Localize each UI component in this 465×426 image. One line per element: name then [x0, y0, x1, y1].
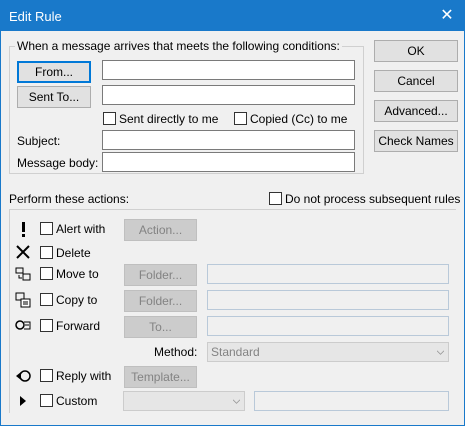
copy-to-icon	[15, 292, 31, 308]
close-icon[interactable]: ✕	[430, 1, 464, 31]
actions-legend: Perform these actions:	[9, 192, 130, 206]
move-to-icon	[15, 267, 31, 281]
reply-with-checkbox[interactable]	[40, 369, 53, 382]
forward-icon	[15, 320, 31, 330]
method-select[interactable]: Standard	[207, 342, 449, 362]
subject-field[interactable]	[102, 130, 355, 150]
sent-directly-label: Sent directly to me	[119, 112, 219, 126]
play-arrow-icon	[20, 396, 26, 406]
forward-to-field[interactable]	[207, 316, 449, 336]
message-body-field[interactable]	[102, 152, 355, 172]
message-body-label: Message body:	[17, 156, 99, 170]
custom-select[interactable]	[123, 391, 245, 411]
action-button[interactable]: Action...	[124, 219, 197, 241]
from-button[interactable]: From...	[17, 61, 91, 83]
window-title: Edit Rule	[9, 9, 62, 24]
copied-cc-checkbox[interactable]	[234, 112, 247, 125]
copied-cc-label: Copied (Cc) to me	[250, 112, 348, 126]
do-not-process-label: Do not process subsequent rules	[285, 192, 461, 206]
copy-to-folder-field[interactable]	[207, 290, 449, 310]
method-value: Standard	[211, 345, 260, 359]
template-button[interactable]: Template...	[124, 366, 197, 388]
move-to-checkbox[interactable]	[40, 267, 53, 280]
delete-checkbox[interactable]	[40, 246, 53, 259]
forward-checkbox[interactable]	[40, 319, 53, 332]
move-to-label: Move to	[56, 267, 99, 281]
alert-with-checkbox[interactable]	[40, 222, 53, 235]
alert-with-label: Alert with	[56, 222, 106, 236]
cancel-button[interactable]: Cancel	[374, 70, 458, 92]
chevron-down-icon	[233, 399, 240, 404]
copy-to-label: Copy to	[56, 293, 98, 307]
delete-x-icon	[16, 245, 30, 259]
from-field[interactable]	[102, 60, 355, 80]
delete-label: Delete	[56, 246, 91, 260]
copy-to-checkbox[interactable]	[40, 293, 53, 306]
custom-field[interactable]	[254, 391, 449, 411]
ok-button[interactable]: OK	[374, 40, 458, 62]
reply-with-label: Reply with	[56, 369, 112, 383]
title-bar: Edit Rule ✕	[1, 1, 464, 31]
do-not-process-checkbox[interactable]	[269, 192, 282, 205]
move-folder-button[interactable]: Folder...	[124, 264, 197, 286]
custom-checkbox[interactable]	[40, 394, 53, 407]
sent-to-button[interactable]: Sent To...	[17, 86, 91, 108]
reply-icon	[16, 370, 31, 382]
exclamation-icon	[22, 222, 25, 237]
sent-to-field[interactable]	[102, 85, 355, 105]
move-to-folder-field[interactable]	[207, 264, 449, 284]
conditions-legend: When a message arrives that meets the fo…	[15, 39, 342, 53]
forward-label: Forward	[56, 319, 101, 333]
actions-separator	[9, 209, 456, 210]
edit-rule-dialog: Edit Rule ✕ When a message arrives that …	[0, 0, 465, 426]
copy-folder-button[interactable]: Folder...	[124, 290, 197, 312]
forward-to-button[interactable]: To...	[124, 316, 197, 338]
advanced-button[interactable]: Advanced...	[374, 100, 458, 122]
method-label: Method:	[154, 345, 198, 359]
actions-separator-left	[9, 209, 10, 413]
check-names-button[interactable]: Check Names	[374, 130, 458, 152]
chevron-down-icon	[437, 350, 444, 355]
custom-label: Custom	[56, 394, 98, 408]
subject-label: Subject:	[17, 134, 61, 148]
sent-directly-checkbox[interactable]	[103, 112, 116, 125]
